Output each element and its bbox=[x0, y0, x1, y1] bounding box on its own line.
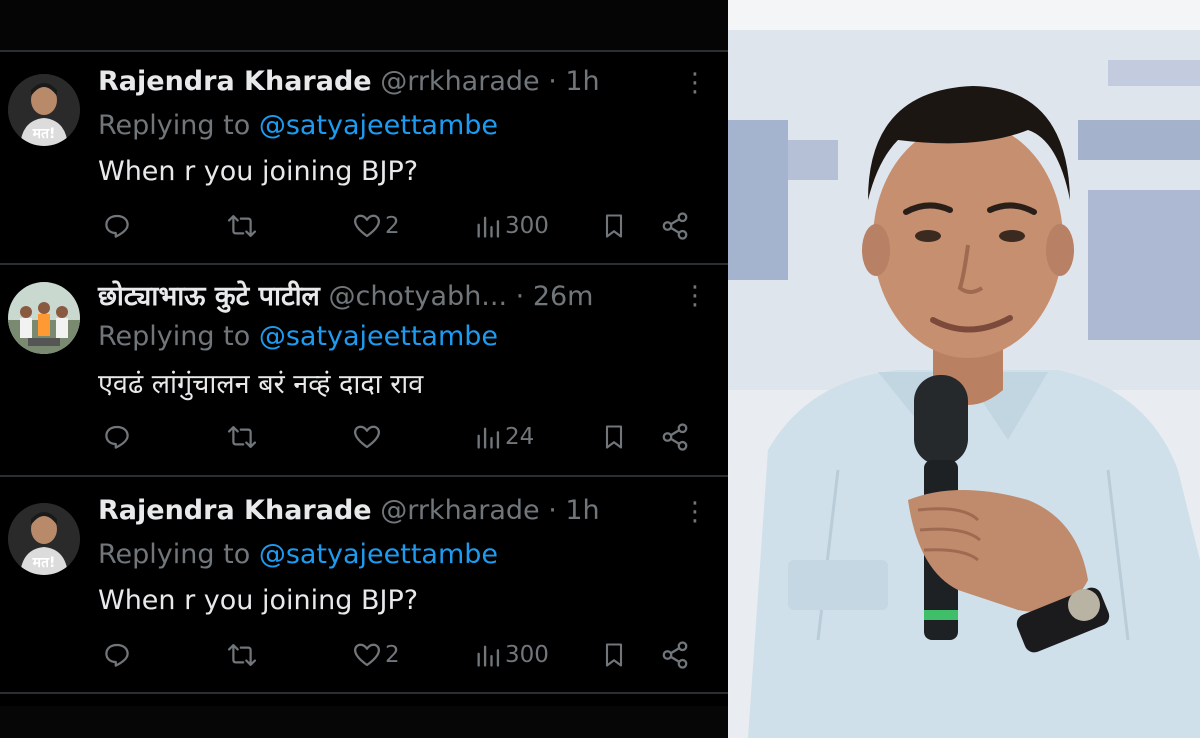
replying-to-label: Replying to bbox=[98, 539, 259, 570]
bookmark-icon bbox=[605, 214, 623, 238]
retweet-button[interactable] bbox=[226, 639, 258, 671]
replying-to-line: Replying to @satyajeettambe bbox=[98, 108, 498, 144]
tweet-header: Rajendra Kharade @rrkharade · 1h bbox=[98, 64, 600, 100]
views-button[interactable]: 300 bbox=[474, 210, 549, 242]
avatar[interactable]: मत! bbox=[8, 74, 80, 146]
view-count: 24 bbox=[505, 424, 535, 450]
vertical-ellipsis-icon: ⋮ bbox=[682, 281, 708, 311]
tweet-header: Rajendra Kharade @rrkharade · 1h bbox=[98, 493, 600, 529]
avatar-label: मत! bbox=[32, 126, 56, 142]
speech-bubble-icon bbox=[105, 425, 129, 449]
share-button[interactable] bbox=[660, 421, 690, 453]
avatar-label: मत! bbox=[32, 555, 56, 571]
more-options-button[interactable]: ⋮ bbox=[682, 497, 708, 527]
author-name[interactable]: Rajendra Kharade bbox=[98, 495, 372, 526]
author-name[interactable]: Rajendra Kharade bbox=[98, 66, 372, 97]
replying-to-label: Replying to bbox=[98, 110, 259, 141]
top-edge bbox=[0, 0, 728, 52]
mention-link[interactable]: @satyajeettambe bbox=[259, 321, 498, 352]
avatar-image: मत! bbox=[8, 503, 80, 575]
tweet-time[interactable]: · 1h bbox=[548, 66, 599, 97]
tweet-text: एवढं लांगुंचालन बरं नव्हं दादा राव bbox=[98, 369, 424, 400]
bookmark-button[interactable] bbox=[600, 639, 628, 671]
bar-chart-icon bbox=[477, 645, 500, 667]
vertical-ellipsis-icon: ⋮ bbox=[682, 497, 708, 527]
mention-link[interactable]: @satyajeettambe bbox=[259, 110, 498, 141]
bookmark-button[interactable] bbox=[600, 421, 628, 453]
share-nodes-icon bbox=[662, 212, 688, 240]
view-count: 300 bbox=[505, 642, 549, 668]
heart-icon bbox=[354, 643, 380, 667]
share-button[interactable] bbox=[660, 210, 690, 242]
bookmark-button[interactable] bbox=[600, 210, 628, 242]
tweet-header: छोट्याभाऊ कुटे पाटील @chotyabh... · 26m bbox=[98, 279, 593, 315]
speech-bubble-icon bbox=[105, 214, 129, 238]
divider bbox=[0, 692, 728, 694]
speaker-photo bbox=[728, 0, 1200, 738]
heart-icon bbox=[354, 214, 380, 238]
divider bbox=[0, 263, 728, 265]
reply-button[interactable] bbox=[102, 421, 132, 453]
speaker-photo-image bbox=[728, 0, 1200, 738]
retweet-arrows-icon bbox=[227, 215, 257, 237]
author-handle[interactable]: @chotyabh... bbox=[328, 281, 507, 312]
avatar[interactable] bbox=[8, 282, 80, 354]
speech-bubble-icon bbox=[105, 643, 129, 667]
bottom-edge bbox=[0, 706, 728, 738]
tweet-text: When r you joining BJP? bbox=[98, 585, 419, 616]
bar-chart-icon bbox=[477, 216, 500, 238]
replying-to-line: Replying to @satyajeettambe bbox=[98, 537, 498, 573]
author-handle[interactable]: @rrkharade bbox=[380, 495, 539, 526]
avatar-image bbox=[8, 282, 80, 354]
retweet-arrows-icon bbox=[227, 644, 257, 666]
like-button[interactable] bbox=[352, 421, 385, 453]
bookmark-icon bbox=[605, 643, 623, 667]
avatar[interactable]: मत! bbox=[8, 503, 80, 575]
more-options-button[interactable]: ⋮ bbox=[682, 281, 708, 311]
views-button[interactable]: 300 bbox=[474, 639, 549, 671]
share-button[interactable] bbox=[660, 639, 690, 671]
tweet-time[interactable]: · 1h bbox=[548, 495, 599, 526]
more-options-button[interactable]: ⋮ bbox=[682, 68, 708, 98]
retweet-button[interactable] bbox=[226, 421, 258, 453]
view-count: 300 bbox=[505, 213, 549, 239]
author-handle[interactable]: @rrkharade bbox=[380, 66, 539, 97]
divider bbox=[0, 50, 728, 52]
divider bbox=[0, 475, 728, 477]
bar-chart-icon bbox=[477, 427, 500, 449]
avatar-image: मत! bbox=[8, 74, 80, 146]
bookmark-icon bbox=[605, 425, 623, 449]
share-nodes-icon bbox=[662, 423, 688, 451]
like-count: 2 bbox=[385, 642, 400, 668]
heart-icon bbox=[354, 425, 380, 449]
reply-button[interactable] bbox=[102, 639, 132, 671]
replying-to-line: Replying to @satyajeettambe bbox=[98, 319, 498, 355]
reply-button[interactable] bbox=[102, 210, 132, 242]
tweet-text: When r you joining BJP? bbox=[98, 156, 419, 187]
author-name[interactable]: छोट्याभाऊ कुटे पाटील bbox=[98, 281, 320, 312]
retweet-arrows-icon bbox=[227, 426, 257, 448]
mention-link[interactable]: @satyajeettambe bbox=[259, 539, 498, 570]
like-button[interactable]: 2 bbox=[352, 639, 400, 671]
like-count: 2 bbox=[385, 213, 400, 239]
share-nodes-icon bbox=[662, 641, 688, 669]
vertical-ellipsis-icon: ⋮ bbox=[682, 68, 708, 98]
retweet-button[interactable] bbox=[226, 210, 258, 242]
views-button[interactable]: 24 bbox=[474, 421, 534, 453]
tweet-time[interactable]: · 26m bbox=[516, 281, 594, 312]
replying-to-label: Replying to bbox=[98, 321, 259, 352]
like-button[interactable]: 2 bbox=[352, 210, 400, 242]
tweet-thread-panel: मत! Rajendra Kharade @rrkharade · 1h ⋮ R… bbox=[0, 0, 728, 738]
